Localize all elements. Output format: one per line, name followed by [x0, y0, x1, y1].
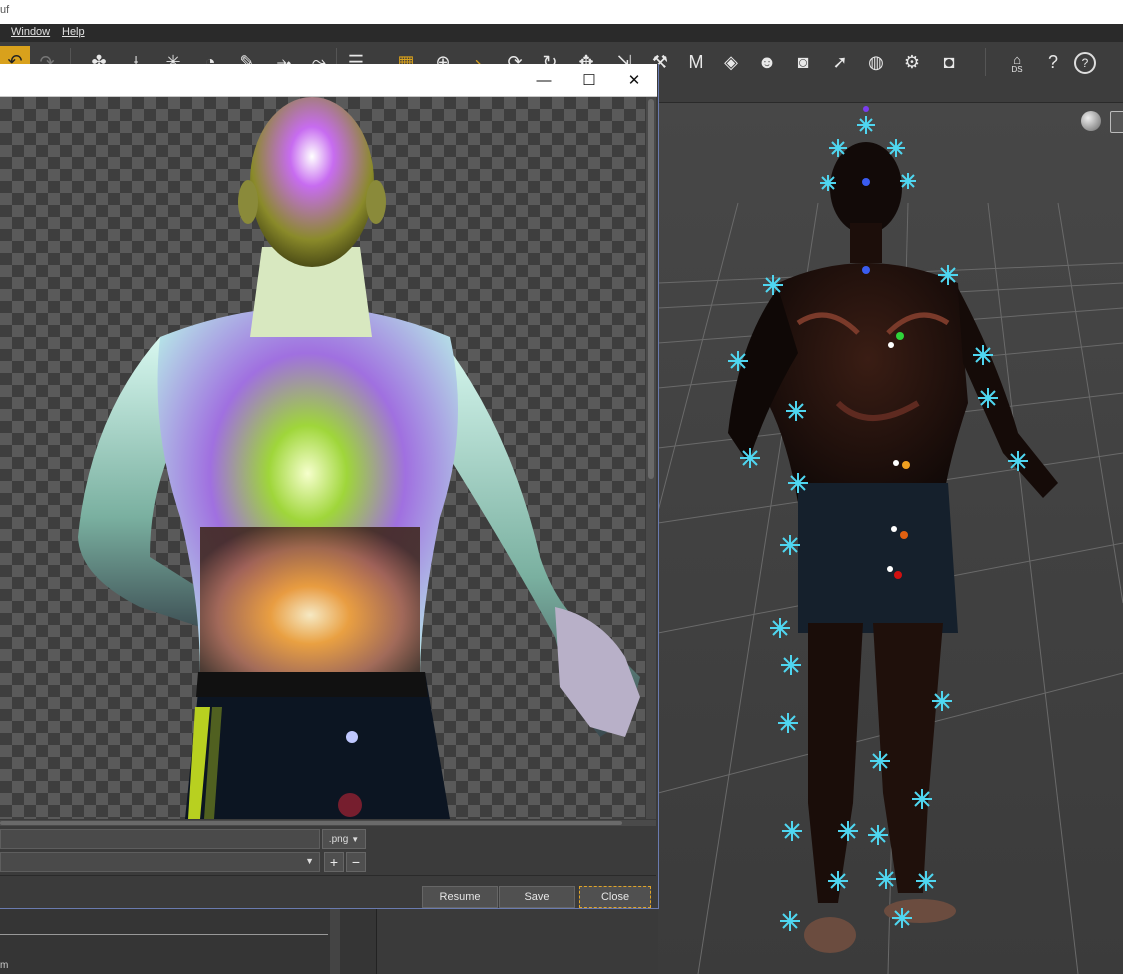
menu-bar: Window Help [0, 24, 1123, 42]
render-dialog: — ☐ ✕ .png ▼ ▼ + − Resume Save Close [0, 64, 659, 909]
home-icon[interactable]: ⌂ DS [1003, 49, 1031, 77]
file-extension-select[interactable]: .png ▼ [322, 829, 366, 849]
maximize-icon[interactable]: ☐ [567, 68, 611, 92]
render-camera-icon[interactable]: ◘ [936, 49, 962, 75]
add-preset-button[interactable]: + [324, 852, 344, 872]
render-image [78, 97, 640, 819]
render-dialog-title-bar[interactable]: — ☐ ✕ [0, 64, 657, 97]
preset-dropdown[interactable]: ▼ [0, 852, 320, 872]
close-icon[interactable]: ✕ [612, 68, 656, 92]
save-button[interactable]: Save [499, 886, 575, 908]
left-panel: m [0, 908, 377, 974]
menu-window[interactable]: Window [11, 26, 50, 38]
morph-tool-icon[interactable]: M [683, 49, 709, 75]
viewport-shading-icon[interactable] [1081, 111, 1101, 131]
chevron-down-icon: ▼ [351, 834, 360, 844]
gear-camera-icon[interactable]: ⚙ [899, 49, 925, 75]
extension-value: .png [328, 833, 349, 845]
toolbar-separator [985, 48, 986, 76]
minimize-icon[interactable]: — [522, 68, 566, 92]
resume-button[interactable]: Resume [422, 886, 498, 908]
viewport-scene [658, 103, 1123, 974]
figure-tool-icon[interactable]: ☻ [754, 49, 780, 75]
viewport-3d[interactable] [658, 103, 1123, 974]
surface-tool-icon[interactable]: ◈ [718, 49, 744, 75]
sphere-tool-icon[interactable]: ◍ [863, 49, 889, 75]
chevron-down-icon: ▼ [305, 856, 314, 866]
scrollbar-thumb[interactable] [0, 821, 622, 825]
app-title-bar: uf [0, 0, 1123, 24]
camera-tool-icon[interactable]: ◙ [790, 49, 816, 75]
panel-tiny-label: m [0, 960, 9, 971]
canvas-horizontal-scrollbar[interactable] [0, 820, 656, 826]
menu-help[interactable]: Help [62, 26, 85, 38]
select-tool-icon[interactable]: ➚ [827, 49, 853, 75]
remove-preset-button[interactable]: − [346, 852, 366, 872]
scrollbar-thumb[interactable] [648, 99, 654, 479]
render-dialog-footer: Resume Save Close [0, 875, 656, 908]
app-title: uf [0, 4, 10, 16]
help-icon[interactable]: ? [1074, 52, 1096, 74]
help-pointer-icon[interactable]: ? [1040, 49, 1066, 75]
close-button[interactable]: Close [579, 886, 651, 908]
filename-field[interactable] [0, 829, 320, 849]
ds-badge: DS [1011, 64, 1023, 74]
panel-scrollbar[interactable] [330, 908, 340, 974]
render-canvas[interactable] [0, 97, 645, 819]
canvas-vertical-scrollbar[interactable] [646, 97, 656, 819]
panel-divider [0, 934, 328, 935]
viewport-layout-icon[interactable] [1110, 111, 1123, 133]
